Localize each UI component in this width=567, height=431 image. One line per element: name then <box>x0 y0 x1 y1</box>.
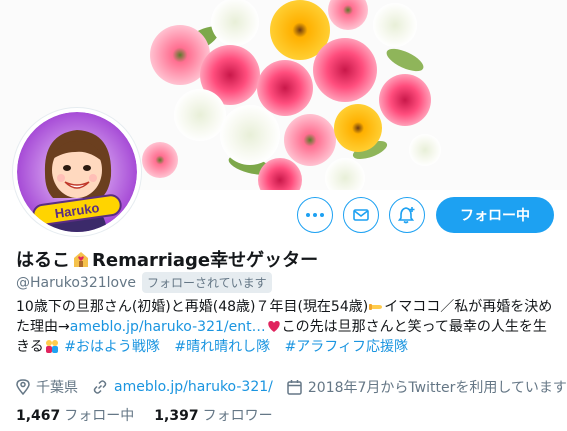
more-button[interactable] <box>297 197 333 233</box>
followers-label: フォロワー <box>202 408 273 424</box>
bio-text: 10歳下の旦那さん(初婚)と再婚(48歳)７年目(現在54歳) <box>16 299 369 315</box>
bio-text: この先は旦那さんと笑って最幸の人生を生 <box>281 319 547 335</box>
bio-text: イマココ／私が再婚を決め <box>384 299 553 315</box>
following-count-link[interactable]: 1,467 フォロー中 <box>16 405 134 425</box>
followers-count-link[interactable]: 1,397 フォロワー <box>154 405 272 425</box>
hashtag-link[interactable]: #晴れ晴れし隊 <box>174 339 270 355</box>
joined-item: 2018年7月からTwitterを利用しています <box>287 377 567 397</box>
hashtag-link[interactable]: #アラフィフ応援隊 <box>285 339 408 355</box>
display-name-suffix: Remarriage幸せゲッター <box>92 250 319 271</box>
mail-icon <box>353 209 369 221</box>
display-name: はるこ Remarriage幸せゲッター <box>16 246 318 272</box>
hashtag-link[interactable]: #おはよう戦隊 <box>64 339 160 355</box>
profile-meta: 千葉県 ameblo.jp/haruko-321/ 2018年7月からTwitt… <box>16 377 567 397</box>
bio-text: きる <box>16 339 44 355</box>
bell-plus-icon <box>397 207 415 224</box>
more-icon <box>306 213 324 217</box>
heart-icon <box>267 321 280 332</box>
avatar-illustration: Haruko <box>17 112 137 232</box>
bio-text: た理由→ <box>16 319 70 335</box>
follows-you-badge: フォローされています <box>141 272 272 293</box>
location-text: 千葉県 <box>36 380 78 396</box>
following-button[interactable]: フォロー中 <box>436 197 554 233</box>
handle-row: @Haruko321love フォローされています <box>16 272 272 293</box>
bio-link[interactable]: ameblo.jp/haruko-321/ent… <box>70 319 266 335</box>
website-item: ameblo.jp/haruko-321/ <box>92 379 273 395</box>
pointing-hand-icon <box>369 304 383 310</box>
following-count: 1,467 <box>16 408 61 424</box>
calendar-icon <box>287 380 302 395</box>
link-icon <box>93 380 107 394</box>
display-name-prefix: はるこ <box>16 250 70 271</box>
bio-line-3: きる #おはよう戦隊 #晴れ晴れし隊 #アラフィフ応援隊 <box>16 337 556 357</box>
profile-bio: 10歳下の旦那さん(初婚)と再婚(48歳)７年目(現在54歳) イマココ／私が再婚… <box>16 297 556 357</box>
message-button[interactable] <box>343 197 379 233</box>
location-icon <box>16 379 30 395</box>
website-link[interactable]: ameblo.jp/haruko-321/ <box>114 379 273 395</box>
couple-icon <box>45 340 58 353</box>
avatar[interactable]: Haruko <box>13 108 141 236</box>
followers-count: 1,397 <box>154 408 199 424</box>
wedding-icon <box>74 252 88 267</box>
bio-line-2: た理由→ameblo.jp/haruko-321/ent… この先は旦那さんと笑っ… <box>16 317 556 337</box>
user-handle[interactable]: @Haruko321love <box>16 275 136 291</box>
notifications-button[interactable] <box>389 197 425 233</box>
bio-line-1: 10歳下の旦那さん(初婚)と再婚(48歳)７年目(現在54歳) イマココ／私が再婚… <box>16 297 556 317</box>
follow-counts: 1,467 フォロー中 1,397 フォロワー <box>16 405 293 425</box>
joined-text: 2018年7月からTwitterを利用しています <box>307 380 567 396</box>
location-item: 千葉県 <box>16 377 78 397</box>
following-label: フォロー中 <box>64 408 135 424</box>
